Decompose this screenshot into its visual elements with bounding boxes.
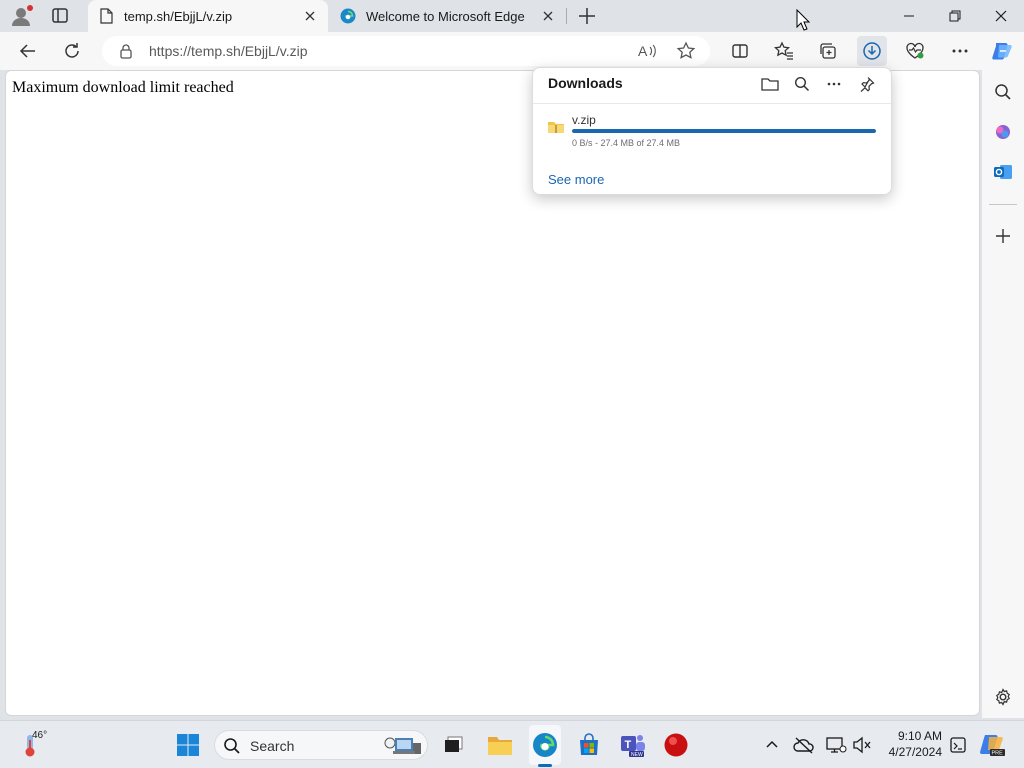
tab-temp-sh[interactable]: temp.sh/EbjjL/v.zip [88,0,328,32]
downloads-button[interactable] [857,36,887,66]
profile-icon[interactable] [10,5,34,27]
system-clock[interactable]: 9:10 AM 4/27/2024 [880,728,942,760]
onedrive-offline-icon[interactable] [790,731,818,759]
search-downloads-icon[interactable] [791,73,813,95]
error-message: Maximum download limit reached [12,79,234,96]
copilot-preview-icon[interactable]: PRE [978,731,1006,759]
collections-button[interactable] [814,37,842,65]
notifications-icon[interactable] [944,731,972,759]
svg-text:NEW: NEW [631,752,643,758]
see-more-link[interactable]: See more [548,172,604,187]
split-screen-button[interactable] [726,37,754,65]
downloads-title: Downloads [548,75,623,91]
restore-button[interactable] [932,0,978,32]
tab-title: temp.sh/EbjjL/v.zip [124,8,233,24]
close-tab-icon[interactable] [300,6,320,26]
open-folder-icon[interactable] [759,73,781,95]
tab-divider [566,8,567,24]
browser-essentials-button[interactable] [901,37,929,65]
refresh-button[interactable] [58,37,86,65]
downloads-divider [533,103,891,104]
pin-icon[interactable] [856,73,878,95]
sidebar-add-icon[interactable] [991,224,1015,248]
clock-date: 4/27/2024 [888,745,942,759]
volume-muted-icon[interactable] [848,731,876,759]
download-progress-bar [572,129,876,133]
mouse-pointer-icon [796,8,811,31]
copilot-button[interactable] [988,37,1016,65]
search-icon [223,737,241,755]
clock-time: 9:10 AM [897,729,942,743]
search-label: Search [250,738,295,754]
display-icon[interactable] [822,731,850,759]
lock-icon[interactable] [118,43,134,59]
weather-temperature: 46° [32,730,48,741]
file-explorer-icon[interactable] [486,731,514,759]
navigation-toolbar: https://temp.sh/EbjjL/v.zip A [0,32,1024,70]
more-options-icon[interactable] [823,73,845,95]
favorites-button[interactable] [770,37,798,65]
favorite-star-icon[interactable] [676,41,696,61]
edge-taskbar-icon[interactable] [531,731,559,759]
download-item[interactable]: v.zip 0 B/s - 27.4 MB of 27.4 MB [547,112,879,154]
teams-icon[interactable]: T NEW [619,731,647,759]
tab-title: Welcome to Microsoft Edge [366,8,525,24]
close-tab-icon[interactable] [538,6,558,26]
downloads-panel: Downloads v.zip 0 B/s - 27.4 MB of 27.4 … [532,67,892,195]
start-button[interactable] [174,731,202,759]
page-icon [98,8,114,24]
url-text[interactable]: https://temp.sh/EbjjL/v.zip [149,43,307,59]
download-filename[interactable]: v.zip [572,113,596,127]
download-progress-fill [572,129,876,133]
sidebar-copilot-icon[interactable] [991,120,1015,144]
tab-actions-icon[interactable] [49,6,71,26]
edge-sidebar [982,70,1024,718]
edge-icon [340,8,356,24]
download-status: 0 B/s - 27.4 MB of 27.4 MB [572,138,681,148]
show-hidden-icons-icon[interactable] [758,731,786,759]
back-button[interactable] [14,37,42,65]
settings-more-button[interactable] [946,37,974,65]
zip-folder-icon [547,120,565,134]
new-tab-icon[interactable] [576,5,598,27]
taskbar: 46° Search T NEW 9:10 AM 4/27/2024 PRE [0,720,1024,768]
tab-welcome-edge[interactable]: Welcome to Microsoft Edge [330,0,566,32]
read-aloud-icon[interactable]: A [637,41,657,61]
sidebar-outlook-icon[interactable] [991,160,1015,184]
task-view-icon[interactable] [440,731,468,759]
red-app-icon[interactable] [662,731,690,759]
taskbar-search[interactable]: Search [214,730,428,760]
microsoft-store-icon[interactable] [575,731,603,759]
svg-text:T: T [625,739,632,751]
search-highlight-icon [383,734,423,758]
close-window-button[interactable] [978,0,1024,32]
sidebar-settings-icon[interactable] [991,685,1015,709]
svg-text:A: A [638,43,648,59]
svg-text:PRE: PRE [992,751,1004,757]
title-bar: temp.sh/EbjjL/v.zip Welcome to Microsoft… [0,0,1024,32]
active-app-indicator [538,764,552,767]
minimize-button[interactable] [886,0,932,32]
address-bar[interactable]: https://temp.sh/EbjjL/v.zip A [102,36,710,66]
sidebar-search-icon[interactable] [991,80,1015,104]
sidebar-divider [989,204,1017,205]
